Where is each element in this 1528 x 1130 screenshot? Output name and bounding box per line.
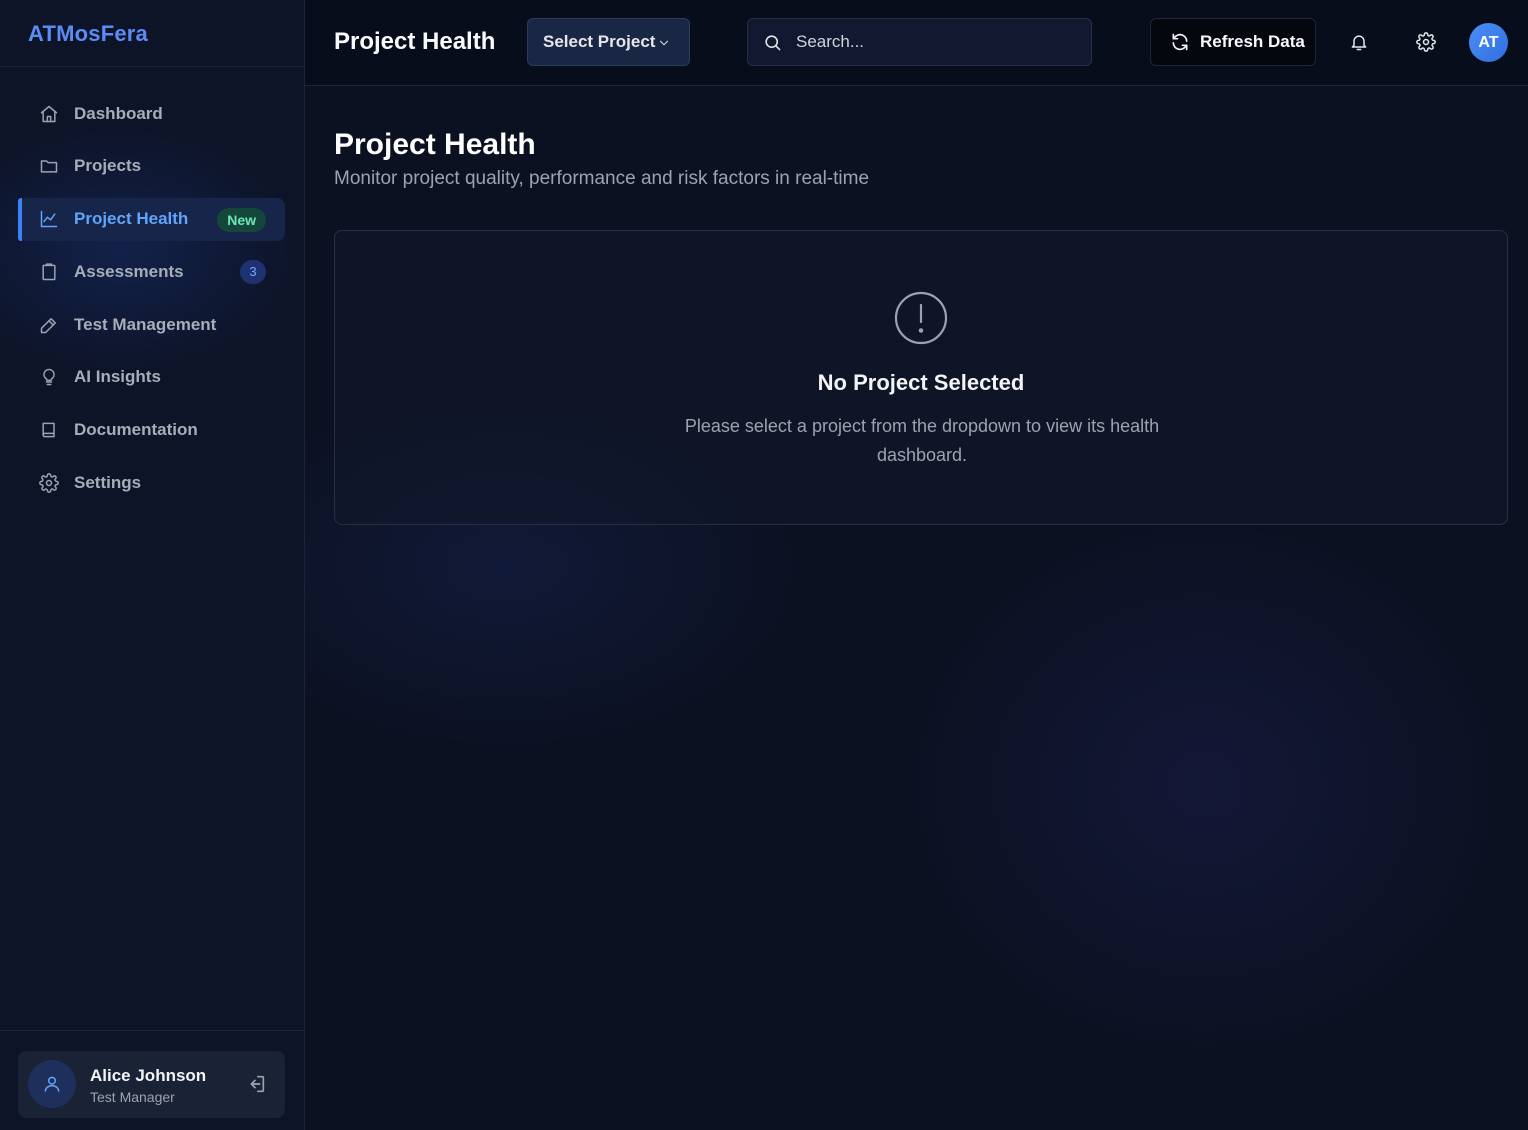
- sidebar-item-project-health[interactable]: Project Health New: [18, 197, 285, 241]
- empty-state-title: No Project Selected: [817, 370, 1025, 395]
- user-section: Alice Johnson Test Manager: [0, 1030, 304, 1130]
- gear-icon: [38, 472, 60, 494]
- avatar-initials: AT: [1478, 33, 1499, 51]
- user-name: Alice Johnson: [90, 1066, 207, 1085]
- clipboard-icon: [38, 261, 60, 283]
- brand: ATMosFera: [0, 0, 304, 67]
- search-box[interactable]: [747, 18, 1092, 66]
- chart-line-icon: [38, 208, 60, 230]
- sidebar-item-ai-insights[interactable]: AI Insights: [18, 356, 285, 399]
- header-title: Project Health: [334, 28, 496, 55]
- sidebar-item-assessments[interactable]: Assessments 3: [18, 250, 285, 293]
- search-icon: [765, 35, 781, 51]
- sidebar-nav: Dashboard Projects Project Health New As…: [18, 92, 285, 514]
- refresh-data-label: Refresh Data: [1200, 32, 1305, 51]
- sidebar-item-label: AI Insights: [74, 367, 161, 387]
- sidebar-item-settings[interactable]: Settings: [18, 462, 285, 505]
- user-avatar: [28, 1060, 76, 1108]
- user-card[interactable]: Alice Johnson Test Manager: [18, 1051, 285, 1118]
- new-badge: New: [217, 207, 266, 232]
- refresh-icon: [1172, 33, 1188, 51]
- sidebar: ATMosFera Dashboard Projects Project Hea…: [0, 0, 305, 1130]
- refresh-data-button[interactable]: Refresh Data: [1150, 18, 1316, 66]
- sidebar-item-label: Test Management: [74, 314, 217, 334]
- lightbulb-icon: [38, 366, 60, 388]
- bell-icon[interactable]: [1349, 32, 1371, 54]
- user-role: Test Manager: [90, 1089, 175, 1105]
- page-title: Project Health: [334, 128, 536, 161]
- sidebar-item-label: Dashboard: [74, 103, 163, 123]
- pencil-icon: [38, 314, 60, 336]
- sidebar-item-dashboard[interactable]: Dashboard: [18, 92, 285, 135]
- sidebar-item-label: Project Health: [74, 209, 189, 229]
- folder-icon: [38, 155, 60, 177]
- project-select-label: Select Project: [543, 32, 656, 51]
- empty-state-card: No Project Selected Please select a proj…: [334, 230, 1508, 525]
- empty-state-message: Please select a project from the dropdow…: [684, 416, 1160, 465]
- sidebar-item-label: Assessments: [74, 261, 184, 281]
- brand-logo-text[interactable]: ATMosFera: [28, 21, 148, 46]
- chevron-down-icon: [659, 40, 669, 46]
- user-icon: [44, 1076, 60, 1092]
- project-select[interactable]: Select Project: [527, 18, 690, 66]
- page-subtitle: Monitor project quality, performance and…: [334, 168, 870, 189]
- search-input[interactable]: [796, 19, 1081, 65]
- avatar[interactable]: AT: [1469, 23, 1508, 62]
- home-icon: [38, 103, 60, 125]
- app: ATMosFera Dashboard Projects Project Hea…: [0, 0, 1528, 1130]
- sidebar-item-label: Settings: [74, 473, 142, 493]
- sidebar-item-label: Documentation: [74, 420, 198, 440]
- sidebar-item-projects[interactable]: Projects: [18, 145, 285, 188]
- book-icon: [38, 419, 60, 441]
- alert-circle-icon: [893, 290, 949, 346]
- sidebar-item-documentation[interactable]: Documentation: [18, 409, 285, 452]
- main-content: Project Health Monitor project quality, …: [305, 86, 1528, 1130]
- sidebar-item-label: Projects: [74, 156, 142, 176]
- gear-icon[interactable]: [1416, 32, 1438, 54]
- sidebar-item-test-management[interactable]: Test Management: [18, 303, 285, 346]
- count-badge: 3: [240, 260, 266, 285]
- logout-icon[interactable]: [245, 1073, 269, 1097]
- top-header: Project Health Select Project Refresh Da…: [305, 0, 1528, 86]
